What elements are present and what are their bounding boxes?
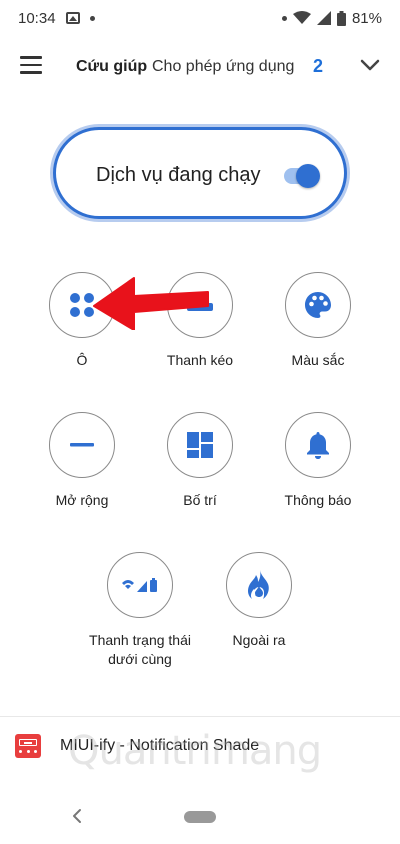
option-bottom-status-bar-button[interactable]: [107, 552, 173, 618]
app-card-title: MIUI-ify - Notification Shade: [60, 737, 260, 754]
tiles-icon: [70, 293, 94, 317]
service-toggle-knob[interactable]: [296, 164, 320, 188]
option-layout[interactable]: Bố trí: [140, 412, 260, 510]
battery-level: 81%: [351, 9, 382, 27]
option-colors-button[interactable]: [285, 272, 351, 338]
battery-icon: [336, 10, 346, 26]
option-bottom-status-bar[interactable]: Thanh trạng thái dưới cùng: [80, 552, 200, 669]
option-colors-label: Màu sắc: [291, 352, 345, 368]
app-card[interactable]: MIUI-ify - Notification Shade: [0, 716, 400, 776]
option-expand[interactable]: Mở rộng: [22, 412, 142, 510]
tab-help[interactable]: Cứu giúp: [76, 58, 147, 76]
option-drag-bar-button[interactable]: [167, 272, 233, 338]
notification-dot-icon: [281, 15, 287, 21]
option-expand-label: Mở rộng: [55, 492, 109, 508]
back-icon[interactable]: [70, 808, 84, 824]
tab-allow-apps[interactable]: Cho phép ứng dụng: [152, 58, 294, 76]
option-tiles-button[interactable]: [49, 272, 115, 338]
flame-icon: [248, 570, 269, 599]
navigation-bar: [0, 776, 400, 844]
tab-count-badge[interactable]: 2: [313, 56, 323, 77]
status-time: 10:34: [18, 9, 56, 27]
option-drag-bar[interactable]: Thanh kéo: [140, 272, 260, 370]
notification-dot-icon: [89, 15, 95, 21]
image-notification-icon: [65, 12, 80, 24]
home-pill-button[interactable]: [184, 811, 216, 823]
option-layout-button[interactable]: [167, 412, 233, 478]
option-bottom-status-bar-label: Thanh trạng thái dưới cùng: [89, 632, 191, 667]
wifi-icon: [292, 11, 311, 24]
palette-icon: [305, 292, 331, 318]
bell-icon: [307, 432, 329, 459]
layout-icon: [187, 432, 213, 458]
option-other[interactable]: Ngoài ra: [199, 552, 319, 650]
option-drag-bar-label: Thanh kéo: [166, 352, 234, 368]
option-other-button[interactable]: [226, 552, 292, 618]
option-tiles-label: Ô: [76, 352, 88, 368]
option-layout-label: Bố trí: [183, 492, 217, 508]
option-notifications[interactable]: Thông báo: [258, 412, 378, 510]
option-expand-button[interactable]: [49, 412, 115, 478]
option-tiles[interactable]: Ô: [22, 272, 142, 370]
app-bar: Cứu giúp Cho phép ứng dụng 2: [0, 36, 400, 96]
option-notifications-button[interactable]: [285, 412, 351, 478]
service-running-toggle-card[interactable]: Dịch vụ đang chạy: [53, 127, 347, 219]
option-other-label: Ngoài ra: [232, 632, 286, 648]
drag-bar-icon: [187, 298, 213, 311]
signal-icon: [316, 11, 331, 25]
status-bar-icon: [122, 578, 157, 592]
expand-icon: [70, 443, 94, 447]
notification-shade-app-icon: [15, 734, 41, 758]
option-notifications-label: Thông báo: [284, 492, 352, 508]
option-colors[interactable]: Màu sắc: [258, 272, 378, 370]
status-bar: 10:34 81%: [0, 0, 400, 36]
menu-icon[interactable]: [20, 56, 42, 74]
service-status-label: Dịch vụ đang chạy: [96, 164, 261, 186]
chevron-down-icon[interactable]: [360, 58, 380, 72]
